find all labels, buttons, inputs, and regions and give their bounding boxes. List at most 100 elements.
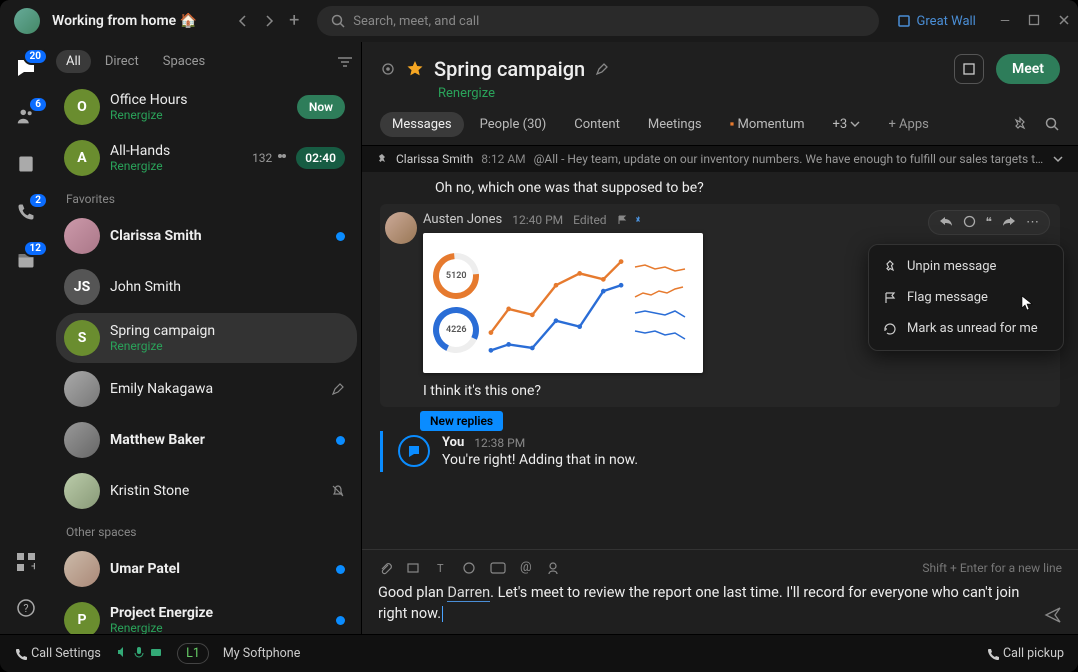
- mention-icon[interactable]: @: [520, 560, 532, 575]
- space-avatar: A: [64, 140, 100, 176]
- settings-icon[interactable]: [380, 61, 396, 77]
- attach-icon[interactable]: [378, 561, 392, 575]
- emoji-icon[interactable]: [462, 561, 476, 575]
- screenshot-icon[interactable]: [406, 561, 420, 575]
- menu-unpin[interactable]: Unpin message: [869, 251, 1063, 282]
- person-avatar: [64, 371, 100, 407]
- nav-add-icon[interactable]: +: [289, 15, 299, 27]
- call-settings-button[interactable]: Call Settings: [14, 646, 101, 661]
- mention-token[interactable]: Darren: [447, 584, 490, 602]
- tab-messages[interactable]: Messages: [380, 112, 464, 137]
- tab-more[interactable]: +3: [821, 112, 873, 137]
- person-avatar: [64, 473, 100, 509]
- donut-chart: 4226: [427, 301, 486, 360]
- react-icon[interactable]: [963, 215, 976, 230]
- you-avatar: [398, 435, 430, 467]
- rail-apps-icon[interactable]: +: [12, 548, 40, 576]
- unread-dot: [336, 232, 345, 241]
- star-icon[interactable]: [406, 60, 424, 78]
- draft-icon: [331, 382, 345, 396]
- format-icon[interactable]: T: [434, 561, 448, 575]
- rail-phone-icon[interactable]: 2: [12, 198, 40, 226]
- send-icon[interactable]: [1044, 606, 1062, 624]
- reply-icon[interactable]: [939, 215, 953, 230]
- search-input[interactable]: Search, meet, and call: [317, 6, 878, 36]
- filter-icon[interactable]: [337, 55, 353, 69]
- person-avatar: [385, 212, 417, 244]
- rail-help-icon[interactable]: ?: [12, 594, 40, 622]
- sidebar-item-john[interactable]: JS John Smith: [56, 262, 357, 312]
- rail-contacts-icon[interactable]: [12, 150, 40, 178]
- search-in-space-icon[interactable]: [1044, 116, 1060, 132]
- message-pinned[interactable]: Austen Jones 12:40 PM Edited 5120: [380, 204, 1060, 407]
- more-icon[interactable]: ⋯: [1026, 215, 1039, 230]
- footer-bar: Call Settings L1 My Softphone Call picku…: [0, 634, 1078, 672]
- add-apps-button[interactable]: + Apps: [876, 112, 940, 137]
- quote-icon[interactable]: ❝: [986, 215, 992, 230]
- sidebar-item-spring-campaign[interactable]: S Spring campaign Renergize: [56, 313, 357, 363]
- svg-text:T: T: [437, 562, 444, 575]
- new-replies-badge[interactable]: New replies: [420, 411, 503, 431]
- participant-count: 132: [252, 151, 288, 165]
- chart-attachment[interactable]: 5120 4226: [423, 233, 703, 373]
- status-text[interactable]: Working from home 🏠: [52, 13, 197, 29]
- page-title: Spring campaign: [434, 57, 585, 81]
- space-avatar: O: [64, 89, 100, 125]
- person-avatar: [64, 422, 100, 458]
- nav-forward-icon[interactable]: [263, 15, 275, 27]
- tab-all[interactable]: All: [56, 50, 91, 73]
- composer-hint: Shift + Enter for a new line: [922, 561, 1062, 575]
- rail-teams-icon[interactable]: 6: [12, 102, 40, 130]
- sidebar-item-clarissa[interactable]: Clarissa Smith: [56, 211, 357, 261]
- flag-icon: [617, 215, 627, 225]
- edit-icon[interactable]: [595, 62, 609, 76]
- muted-bell-icon: [331, 484, 345, 498]
- tab-meetings[interactable]: Meetings: [636, 112, 714, 137]
- pin-icon: [633, 215, 643, 225]
- menu-flag[interactable]: Flag message: [869, 282, 1063, 313]
- call-pickup-button[interactable]: Call pickup: [986, 646, 1064, 661]
- org-switcher[interactable]: Great Wall: [897, 14, 976, 29]
- unread-dot: [336, 565, 345, 574]
- space-avatar: S: [64, 320, 100, 356]
- rail-calendar-icon[interactable]: 12: [12, 246, 40, 274]
- unread-dot: [336, 616, 345, 625]
- sidebar-item-matthew[interactable]: Matthew Baker: [56, 415, 357, 465]
- expand-icon[interactable]: [954, 54, 984, 84]
- audio-devices-icons[interactable]: [115, 645, 163, 663]
- user-avatar[interactable]: [14, 8, 40, 34]
- tab-spaces[interactable]: Spaces: [153, 50, 216, 73]
- sidebar-item-umar[interactable]: Umar Patel: [56, 544, 357, 594]
- sidebar: All Direct Spaces O Office Hours Renergi…: [52, 42, 362, 634]
- sidebar-item-emily[interactable]: Emily Nakagawa: [56, 364, 357, 414]
- composer-input[interactable]: Good plan Darren. Let's meet to review t…: [378, 579, 1062, 624]
- window-close-icon[interactable]: [1058, 14, 1070, 29]
- window-minimize-icon[interactable]: —: [1000, 14, 1010, 29]
- sidebar-item-label: Office Hours: [110, 92, 287, 109]
- content-area: Spring campaign Meet Renergize Messages …: [362, 42, 1078, 634]
- rail-chat-icon[interactable]: 20: [12, 54, 40, 82]
- bitmoji-icon[interactable]: [546, 561, 560, 575]
- sidebar-item-kristin[interactable]: Kristin Stone: [56, 466, 357, 516]
- space-avatar: P: [64, 602, 100, 634]
- nav-back-icon[interactable]: [237, 15, 249, 27]
- tab-direct[interactable]: Direct: [95, 50, 149, 73]
- sidebar-item-project-energize[interactable]: P Project Energize Renergize: [56, 595, 357, 634]
- sparklines: [633, 243, 693, 363]
- pinned-messages-bar[interactable]: Clarissa Smith 8:12 AM @All - Hey team, …: [362, 145, 1078, 172]
- person-avatar: [64, 218, 100, 254]
- window-maximize-icon[interactable]: [1028, 14, 1040, 29]
- tab-momentum[interactable]: ▪ Momentum: [718, 111, 817, 137]
- menu-mark-unread[interactable]: Mark as unread for me: [869, 313, 1063, 344]
- sidebar-item-all-hands[interactable]: A All-Hands Renergize 132 02:40: [56, 133, 357, 183]
- meet-button[interactable]: Meet: [996, 54, 1060, 84]
- pin-list-icon[interactable]: [1014, 116, 1030, 132]
- softphone-selector[interactable]: L1: [177, 643, 209, 664]
- gif-icon[interactable]: [490, 562, 506, 574]
- sidebar-item-office-hours[interactable]: O Office Hours Renergize Now: [56, 82, 357, 132]
- tab-content[interactable]: Content: [562, 112, 632, 137]
- forward-icon[interactable]: [1002, 215, 1016, 230]
- chevron-down-icon[interactable]: [1052, 154, 1064, 164]
- tab-people[interactable]: People (30): [468, 112, 559, 137]
- message-toolbar: ❝ ⋯: [928, 210, 1050, 235]
